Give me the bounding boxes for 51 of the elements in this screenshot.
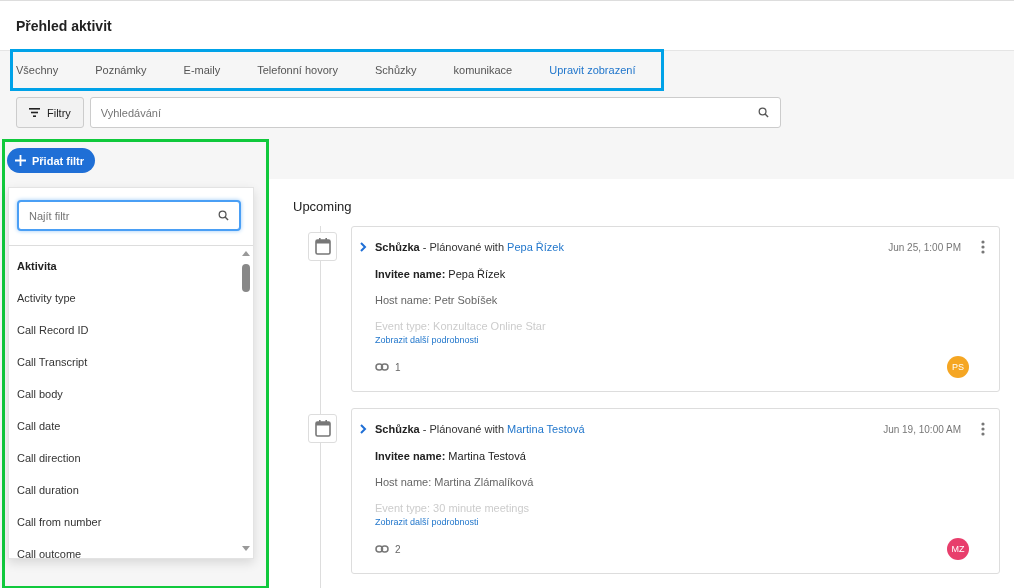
search-field[interactable]: Vyhledávání <box>89 97 781 128</box>
filter-option[interactable]: Call direction <box>17 452 239 484</box>
more-options-icon[interactable] <box>981 422 985 436</box>
tab[interactable]: Poznámky <box>95 58 147 82</box>
activity-time: Jun 19, 10:00 AM <box>883 423 961 435</box>
host-text: Host name: Martina Zlámalíková <box>375 476 535 488</box>
contact-link[interactable]: Martina Testová <box>507 423 585 435</box>
search-icon <box>218 210 229 221</box>
contact-link[interactable]: Pepa Řízek <box>507 241 564 253</box>
filter-search-field[interactable]: Najít filtr <box>17 200 241 231</box>
chevron-icon[interactable] <box>360 424 367 434</box>
avatar: MZ <box>947 538 969 560</box>
tab[interactable]: komunikace <box>453 58 513 82</box>
tab[interactable]: Všechny <box>16 58 59 82</box>
section-heading: Upcoming <box>293 199 353 214</box>
calendar-icon <box>314 238 331 255</box>
filter-option[interactable]: Call date <box>17 420 239 452</box>
chevron-icon[interactable] <box>360 242 367 252</box>
group-heading: Aktivita <box>17 260 58 274</box>
filter-option[interactable]: Call duration <box>17 484 239 516</box>
plus-icon <box>15 155 26 166</box>
filter-option[interactable]: Call Transcript <box>17 356 239 388</box>
invitee-text: Invitee name: Pepa Řízek <box>375 268 507 280</box>
filter-option[interactable]: Call body <box>17 388 239 420</box>
filters-button[interactable]: Filtry <box>16 97 84 128</box>
search-icon <box>757 107 769 118</box>
link-icon <box>375 545 389 553</box>
tab[interactable]: Schůzky <box>374 58 417 82</box>
activity-title: Schůzka - Plánované with Martina Testová <box>375 423 586 435</box>
show-more-link[interactable]: Zobrazit další podrobnosti <box>375 335 479 345</box>
filter-option[interactable]: Call outcome <box>17 548 239 558</box>
tab[interactable]: E-maily <box>183 58 221 82</box>
link-count: 1 <box>395 361 401 373</box>
more-options-icon[interactable] <box>981 240 985 254</box>
filter-option[interactable]: Call Record ID <box>17 324 239 356</box>
show-more-link[interactable]: Zobrazit další podrobnosti <box>375 517 479 527</box>
link-count: 2 <box>395 543 401 555</box>
calendar-icon <box>314 420 331 437</box>
host-text: Host name: Petr Sobíšek <box>375 294 499 306</box>
link-icon <box>375 363 389 371</box>
page-title: Přehled aktivit <box>16 17 112 34</box>
activity-time: Jun 25, 1:00 PM <box>888 241 961 253</box>
add-filter-button[interactable]: Přidat filtr <box>7 148 95 173</box>
edit-view-link[interactable]: Upravit zobrazení <box>549 58 636 82</box>
filter-icon <box>29 108 40 117</box>
filter-option[interactable]: Activity type <box>17 292 239 324</box>
avatar: PS <box>947 356 969 378</box>
tab[interactable]: Telefonní hovory <box>257 58 338 82</box>
filter-option[interactable]: Call from number <box>17 516 239 548</box>
invitee-text: Invitee name: Martina Testová <box>375 450 527 462</box>
activity-title: Schůzka - Plánované with Pepa Řízek <box>375 241 565 253</box>
